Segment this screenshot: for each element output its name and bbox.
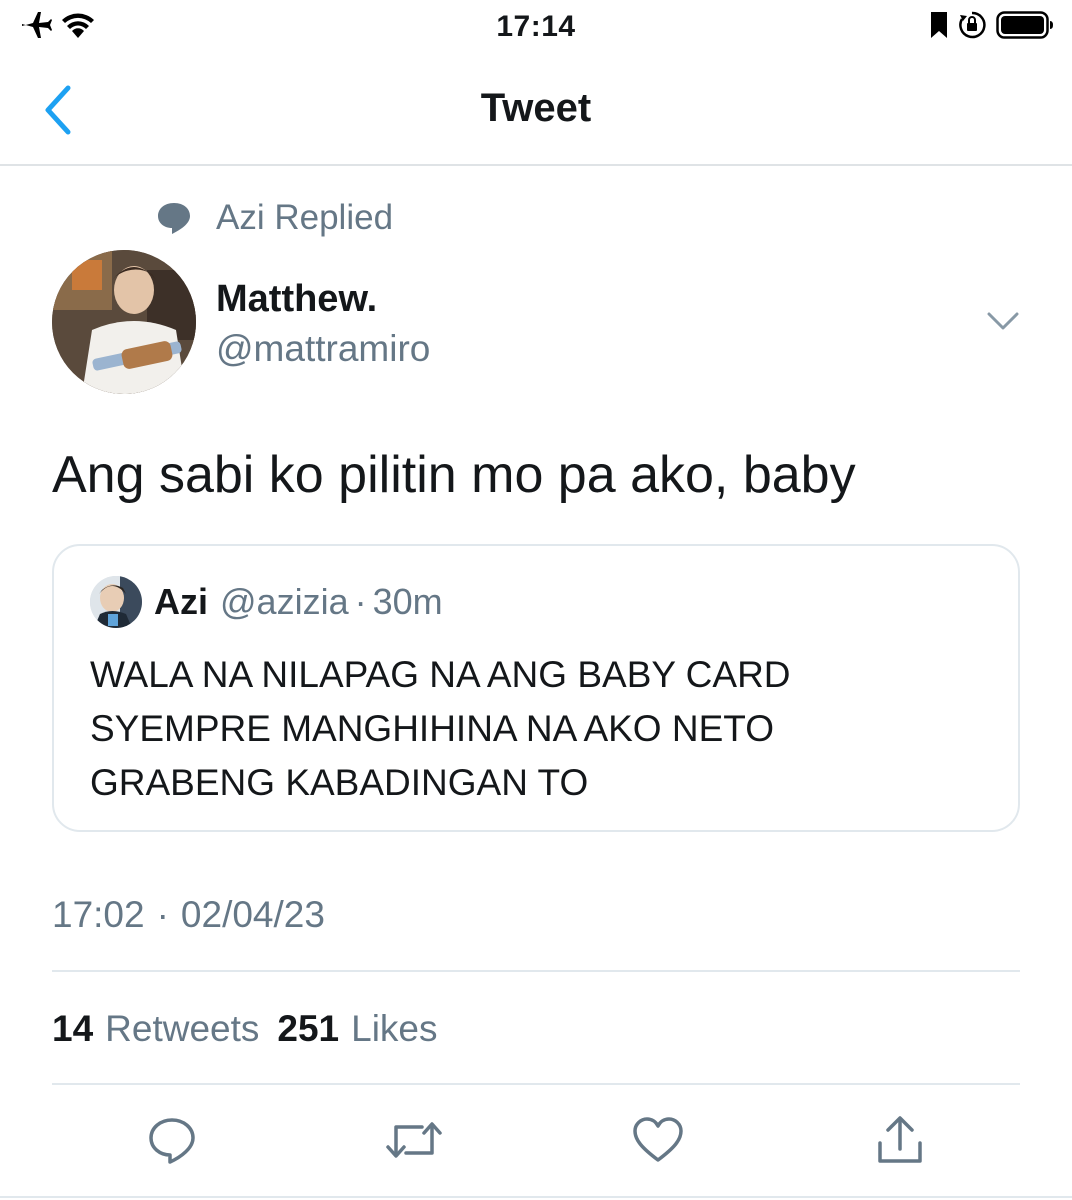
tweet-actions [0,1110,1072,1174]
tweet-text: Ang sabi ko pilitin mo pa ako, baby [52,446,856,504]
share-button[interactable] [870,1110,930,1170]
retweets-count[interactable]: 14 [52,1008,93,1050]
status-time: 17:14 [496,10,576,43]
orientation-lock-icon [959,11,986,39]
nav-bar: Tweet [0,56,1072,166]
quoted-tweet-card[interactable]: Azi @azizia · 30m WALA NA NILAPAG NA ANG… [52,544,1020,832]
timestamp-separator: · [156,894,169,935]
author-name[interactable]: Matthew. [216,278,377,321]
battery-icon [996,11,1053,39]
retweet-icon [386,1122,442,1158]
replied-label: Azi Replied [216,198,394,237]
tweet-stats: 14 Retweets 251 Likes [52,1008,456,1050]
more-options-button[interactable] [986,308,1020,334]
quoted-tweet-header: Azi @azizia · 30m [90,576,443,628]
divider [52,1083,1020,1085]
share-icon [878,1116,922,1163]
page-title: Tweet [480,86,592,130]
author-handle[interactable]: @mattramiro [216,328,430,370]
retweets-label[interactable]: Retweets [105,1008,259,1050]
like-button[interactable] [628,1110,688,1170]
status-bar: 17:14 [0,0,1072,56]
like-icon [633,1117,683,1162]
quoted-separator: · [354,581,367,622]
quoted-author-name: Azi [154,581,208,622]
likes-label[interactable]: Likes [351,1008,437,1050]
likes-count[interactable]: 251 [277,1008,339,1050]
quoted-text-line: WALA NA NILAPAG NA ANG BABY CARD [90,654,791,695]
author-avatar[interactable] [52,250,196,394]
quoted-tweet-text: WALA NA NILAPAG NA ANG BABY CARD SYEMPRE… [90,648,791,810]
timestamp-date: 02/04/23 [180,894,325,935]
avatar-image [52,250,196,394]
bookmark-icon [931,12,947,38]
quoted-avatar [90,576,142,628]
chevron-down-icon [987,312,1019,330]
tweet-timestamp: 17:02 · 02/04/23 [52,894,325,936]
divider [52,970,1020,972]
reply-icon [149,1118,195,1164]
retweet-button[interactable] [384,1110,444,1170]
quoted-avatar-image [90,576,142,628]
reply-button[interactable] [142,1110,202,1170]
bottom-divider [0,1196,1072,1198]
speech-bubble-icon [158,203,190,234]
timestamp-time: 17:02 [52,894,145,935]
quoted-author-handle: @azizia [220,581,349,622]
quoted-text-line: SYEMPRE MANGHIHINA NA AKO NETO [90,708,774,749]
replied-context[interactable]: Azi Replied [156,198,393,238]
quoted-time: 30m [372,581,443,622]
quoted-text-line: GRABENG KABADINGAN TO [90,762,589,803]
status-right [930,10,1054,40]
